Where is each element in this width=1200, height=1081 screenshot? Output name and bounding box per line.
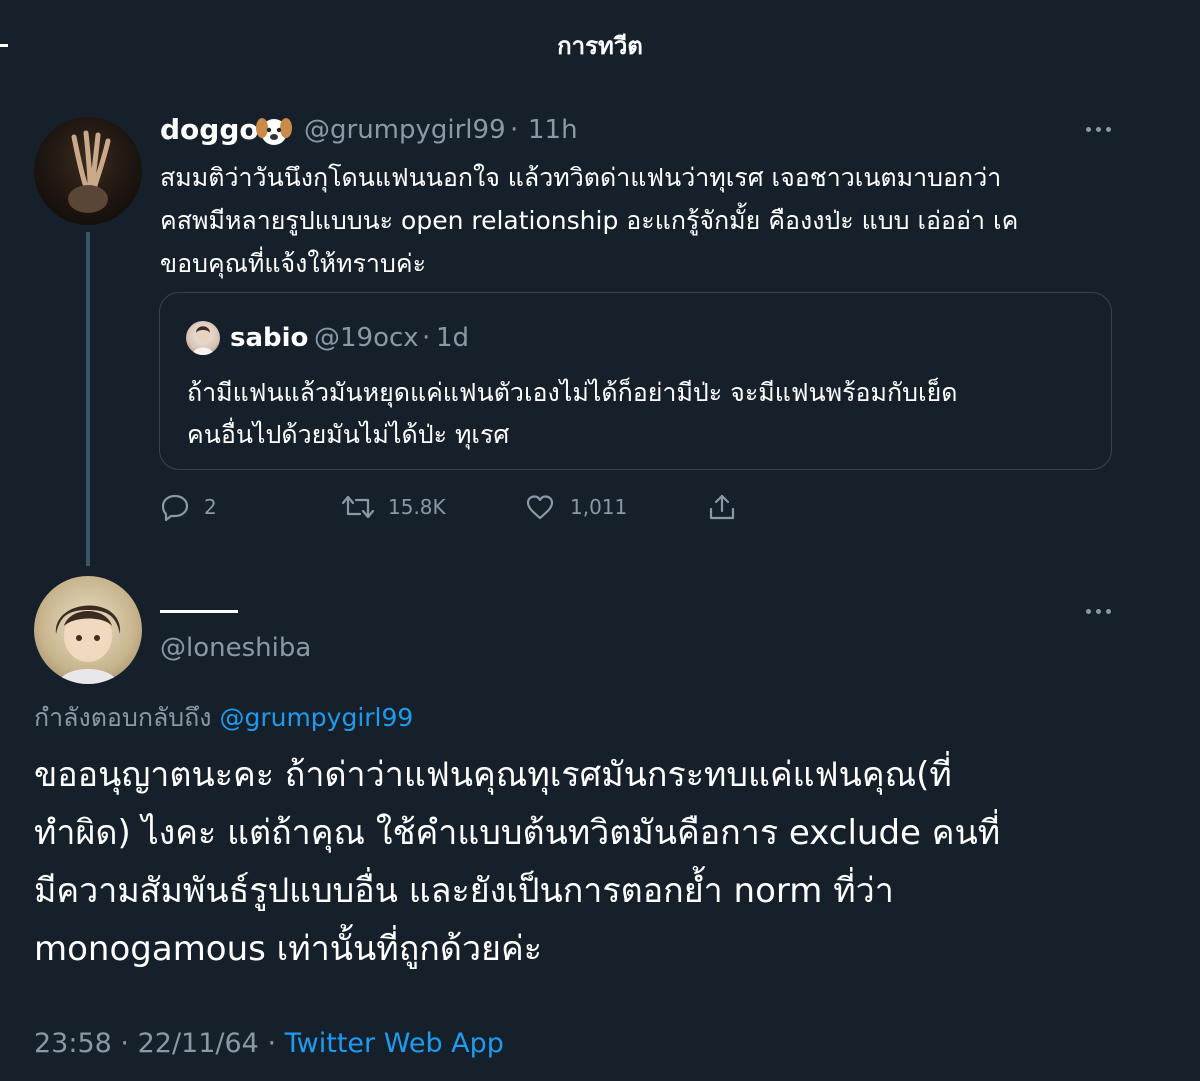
separator-dot: · (510, 115, 519, 145)
share-icon[interactable] (707, 492, 737, 522)
replying-to-line: กำลังตอบกลับถึง @grumpygirl99 (34, 700, 413, 736)
author-handle[interactable]: @loneshiba (160, 630, 311, 666)
retweet-icon[interactable] (340, 492, 376, 522)
separator-dot: · (422, 323, 431, 353)
thread-connector-line (86, 232, 90, 566)
client-source-link[interactable]: Twitter Web App (285, 1028, 504, 1059)
dog-face-emoji-icon (256, 114, 292, 148)
tweet-text: สมมติว่าวันนึงกุโดนแฟนนอกใจ แล้วทวิตด่าแ… (160, 163, 1019, 278)
replying-to-label: กำลังตอบกลับถึง (34, 703, 212, 732)
more-options-icon[interactable] (1086, 126, 1112, 134)
tweet-time[interactable]: 23:58 (34, 1028, 112, 1059)
separator-dot: · (267, 1028, 277, 1059)
avatar-image (55, 605, 121, 684)
like-count: 1,011 (570, 495, 628, 519)
quoted-avatar (186, 321, 220, 355)
more-options-icon[interactable] (1086, 608, 1112, 616)
tweet-date[interactable]: 22/11/64 (138, 1028, 259, 1059)
avatar[interactable] (34, 576, 142, 684)
retweet-count: 15.8K (388, 495, 446, 519)
page-title: การทวีต (557, 32, 643, 60)
quoted-tweet-text: ถ้ามีแฟนแล้วมันหยุดแค่แฟนตัวเองไม่ได้ก็อ… (187, 378, 958, 449)
separator-dot: · (120, 1028, 129, 1059)
author-handle[interactable]: @grumpygirl99 (304, 112, 506, 148)
reply-count: 2 (204, 495, 217, 519)
tweet-timestamp[interactable]: 11h (528, 112, 578, 148)
reply-icon[interactable] (160, 492, 190, 522)
quoted-author-name: sabio (230, 323, 309, 353)
tweet-metadata: 23:58 · 22/11/64 · Twitter Web App (34, 1025, 504, 1063)
avatar-image (68, 130, 111, 213)
avatar[interactable] (34, 117, 142, 225)
reply-tweet-text: ขออนุญาตนะคะ ถ้าด่าว่าแฟนคุณทุเรศมันกระท… (34, 755, 1001, 969)
author-name-redacted[interactable] (160, 610, 238, 613)
author-name[interactable]: doggo (160, 112, 259, 148)
quoted-timestamp: 1d (436, 323, 470, 353)
like-heart-icon[interactable] (525, 492, 555, 522)
quoted-author-handle: @19ocx (314, 323, 419, 353)
replying-to-mention-link[interactable]: @grumpygirl99 (219, 703, 413, 732)
